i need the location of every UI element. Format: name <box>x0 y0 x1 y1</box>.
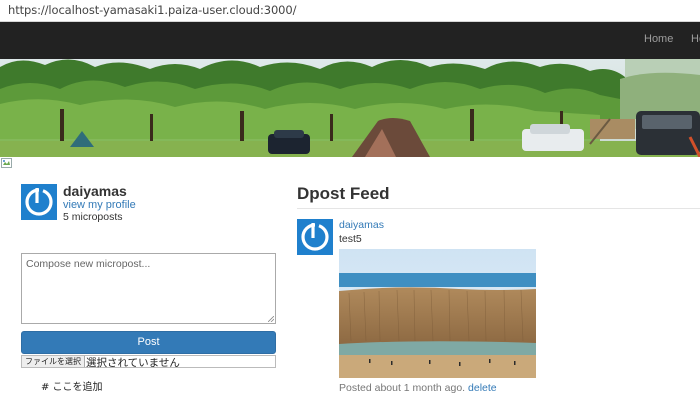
post-button[interactable]: Post <box>21 331 276 354</box>
post-timestamp: Posted about 1 month ago. delete <box>339 382 497 394</box>
feed-title: Dpost Feed <box>297 184 390 203</box>
delete-link[interactable]: delete <box>468 382 497 394</box>
choose-file-button[interactable]: ファイルを選択 <box>22 356 85 367</box>
broken-image-icon <box>1 158 12 168</box>
post-image <box>339 249 536 378</box>
feed-divider <box>297 208 700 209</box>
nav-home-link[interactable]: Home <box>644 33 673 45</box>
file-input[interactable]: ファイルを選択 選択されていません <box>21 355 276 369</box>
add-here-text: # ここを追加 <box>41 382 103 393</box>
gravatar-icon[interactable] <box>21 184 57 220</box>
post-posted-text: Posted about 1 month ago. <box>339 382 466 394</box>
url-text[interactable]: https://localhost-yamasaki1.paiza-user.c… <box>8 3 296 17</box>
nav-help-link[interactable]: He <box>691 33 700 45</box>
post-content: test5 <box>339 233 362 245</box>
view-profile-link[interactable]: view my profile <box>63 199 136 211</box>
post-user-link[interactable]: daiyamas <box>339 219 384 231</box>
file-status-text: 選択されていません <box>86 357 180 369</box>
browser-url-bar[interactable]: https://localhost-yamasaki1.paiza-user.c… <box>0 0 700 22</box>
gravatar-icon[interactable] <box>297 219 333 255</box>
hero-banner-image <box>0 59 700 157</box>
micropost-textarea[interactable] <box>21 253 276 324</box>
resize-grip-icon[interactable] <box>268 316 274 322</box>
micropost-count: 5 microposts <box>63 211 123 223</box>
top-navbar: Home He <box>0 22 700 59</box>
user-name: daiyamas <box>63 183 127 199</box>
